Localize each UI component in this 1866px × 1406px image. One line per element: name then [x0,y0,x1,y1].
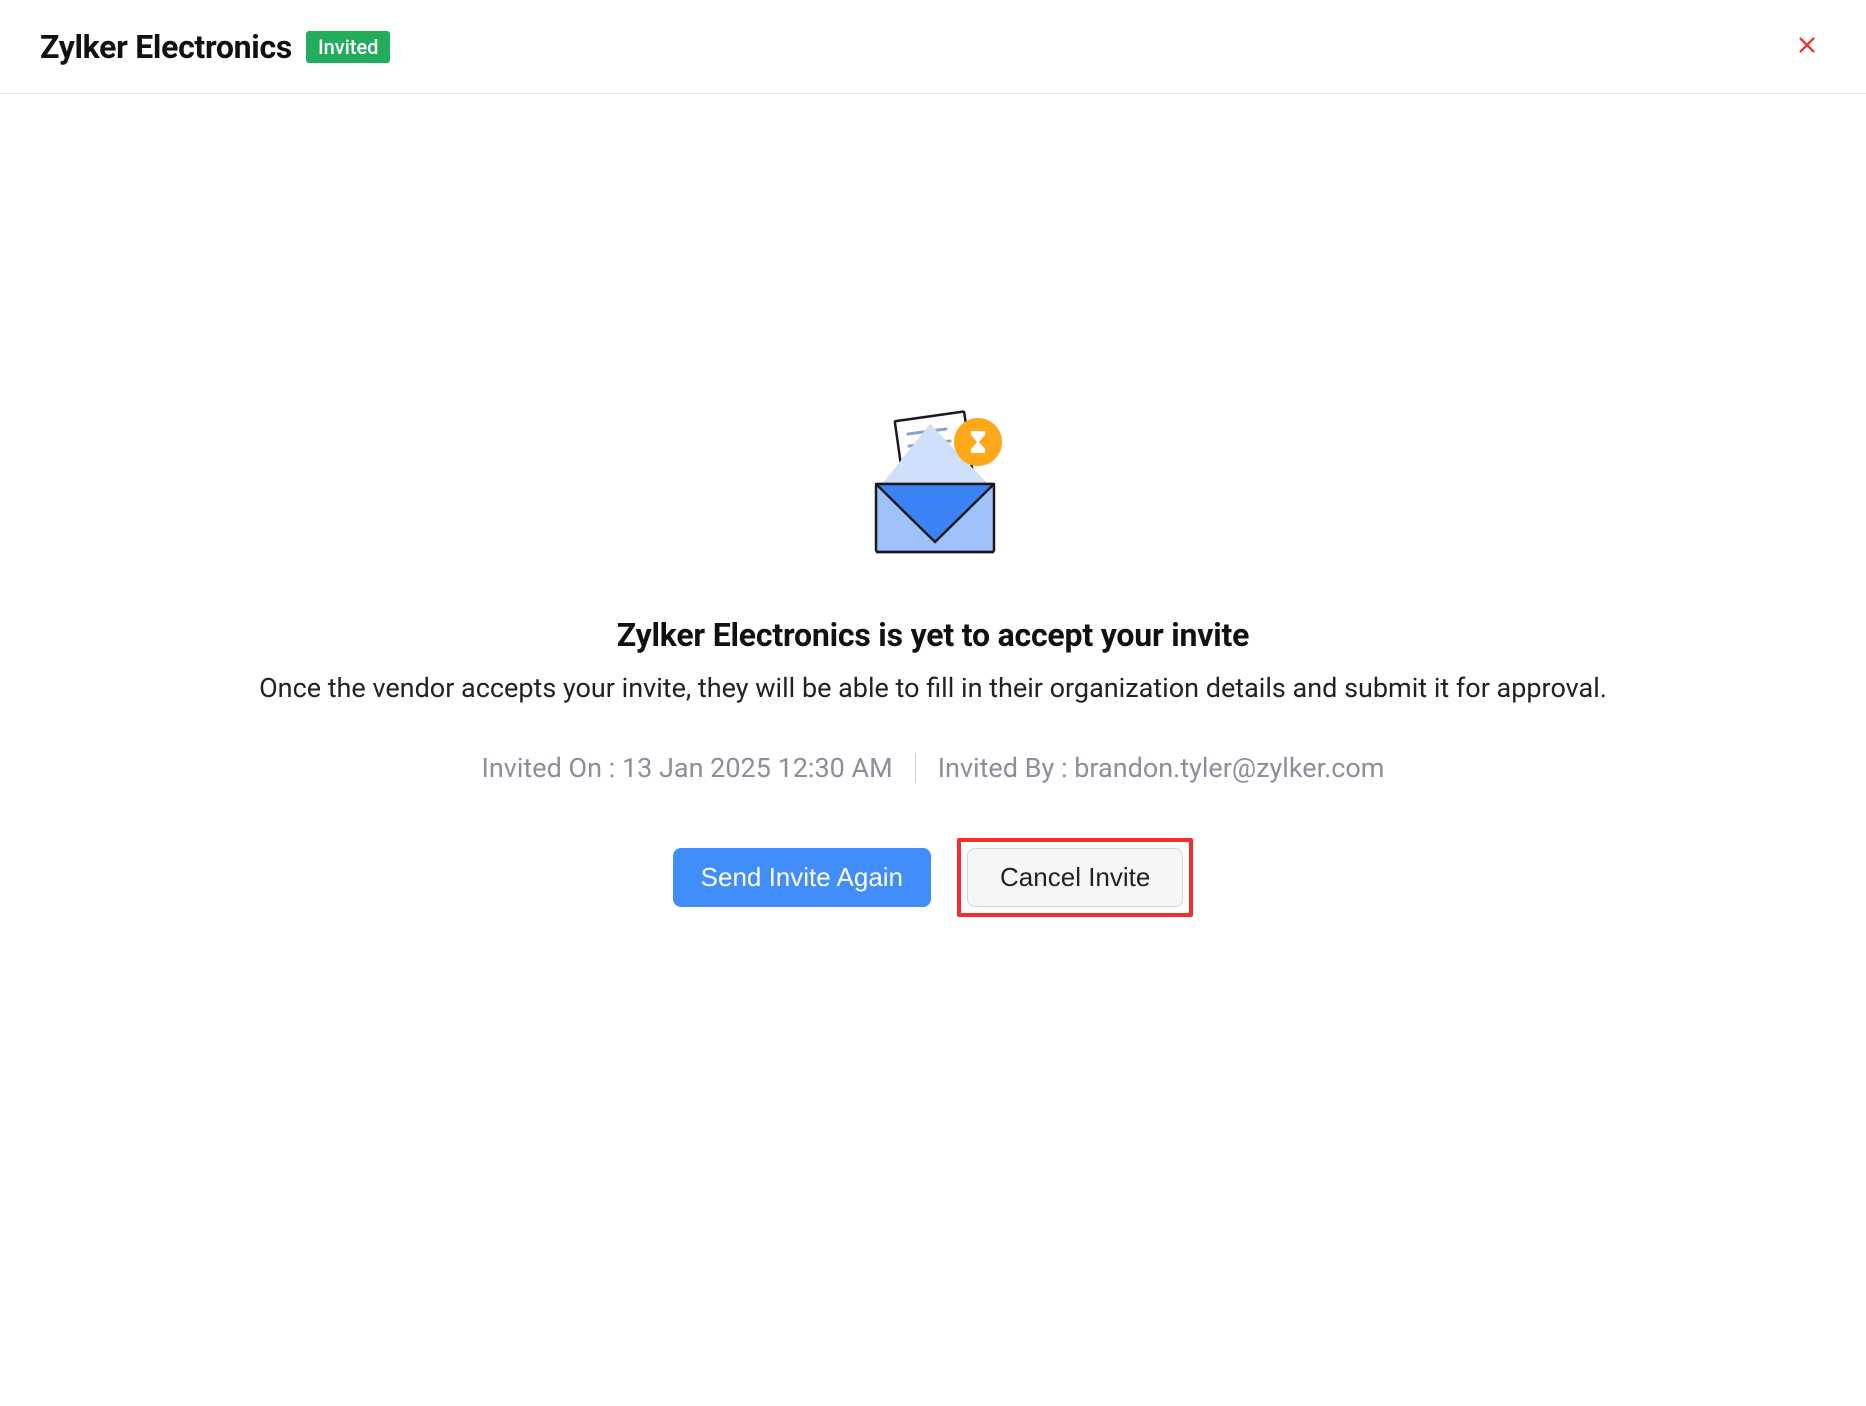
invited-by: Invited By : brandon.tyler@zylker.com [938,752,1385,784]
content-area: Zylker Electronics is yet to accept your… [0,94,1866,917]
description: Once the vendor accepts your invite, the… [259,672,1607,704]
headline: Zylker Electronics is yet to accept your… [617,616,1249,654]
invited-on: Invited On : 13 Jan 2025 12:30 AM [482,752,893,784]
invited-by-value: brandon.tyler@zylker.com [1074,752,1384,784]
cancel-invite-highlight: Cancel Invite [957,838,1193,917]
action-buttons: Send Invite Again Cancel Invite [673,838,1194,917]
envelope-pending-illustration [838,394,1028,588]
status-badge: Invited [306,31,390,63]
header-left: Zylker Electronics Invited [40,28,390,66]
invite-meta: Invited On : 13 Jan 2025 12:30 AM Invite… [482,752,1385,784]
cancel-invite-button[interactable]: Cancel Invite [967,848,1183,907]
meta-divider [915,753,916,783]
invited-by-label: Invited By : [938,752,1068,784]
close-button[interactable] [1788,26,1826,67]
page-title: Zylker Electronics [40,28,292,66]
invited-on-value: 13 Jan 2025 12:30 AM [622,752,893,784]
page-header: Zylker Electronics Invited [0,0,1866,94]
close-icon [1796,34,1818,59]
invited-on-label: Invited On : [482,752,616,784]
send-invite-again-button[interactable]: Send Invite Again [673,848,931,907]
